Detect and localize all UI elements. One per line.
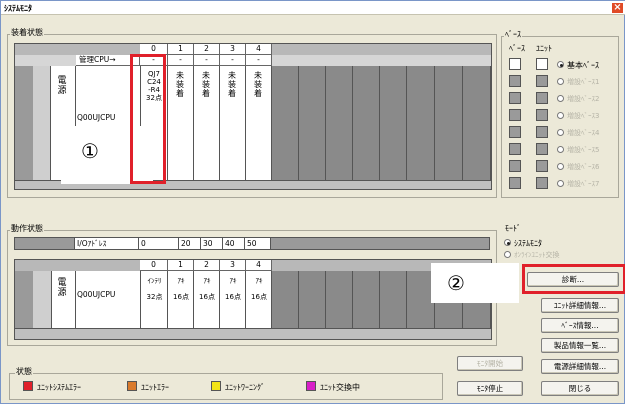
base-radio[interactable] [557,146,564,153]
monitor-start-button[interactable]: ﾓﾆﾀ開始 [457,356,523,371]
annotation-one: ① [81,139,99,163]
install-slot-1[interactable]: 未装着 [168,66,194,180]
slot-header: 2 [194,260,220,271]
slot-header: 4 [246,44,272,55]
highlight-diagnosis-button [522,264,625,294]
io-address-value: 20 [179,237,201,250]
action-slot-4[interactable]: ｱｷ 16点 [246,271,272,328]
mode-option-online-exchange: ｵﾝﾗｲﾝﾕﾆｯﾄ交換 [514,251,560,259]
legend-swatch-unit-warning [211,381,221,391]
base-info-button[interactable]: ﾍﾞｰｽ情報... [541,318,619,333]
base-group-label: ﾍﾞｰｽ [504,29,522,40]
install-status-label: 装着状態 [10,27,44,38]
legend-label-unit-error: ﾕﾆｯﾄｴﾗｰ [141,383,169,392]
base-radio[interactable] [557,163,564,170]
base-radio[interactable] [557,129,564,136]
base-radio[interactable] [557,180,564,187]
action-slot-1[interactable]: ｱｷ 16点 [168,271,194,328]
legend-label-system-error: ﾕﾆｯﾄｼｽﾃﾑｴﾗｰ [37,383,81,392]
install-power-label: 電源 [57,76,67,96]
managing-cpu-value: - [194,55,220,66]
install-slot-3[interactable]: 未装着 [220,66,246,180]
annotation-two: ② [447,271,465,295]
legend-swatch-unit-exchanging [306,381,316,391]
base-option-label: 基本ﾍﾞｰｽ [567,61,599,70]
managing-cpu-value: - [168,55,194,66]
unit-detail-button[interactable]: ﾕﾆｯﾄ詳細情報... [541,298,619,313]
unit-indicator [536,58,548,70]
install-slot-2[interactable]: 未装着 [194,66,220,180]
legend-label-unit-warning: ﾕﾆｯﾄﾜｰﾆﾝｸﾞ [225,383,265,392]
slot-header: 3 [220,260,246,271]
managing-cpu-value: - [220,55,246,66]
action-slot-2[interactable]: ｱｷ 16点 [194,271,220,328]
base-option-label: 増設ﾍﾞｰｽ6 [567,163,600,171]
unit-col-label: ﾕﾆｯﾄ [536,44,552,53]
close-button[interactable]: 閉じる [541,381,619,396]
legend-swatch-unit-error [127,381,137,391]
legend-label-unit-exchanging: ﾕﾆｯﾄ交換中 [320,383,360,392]
action-slot-3[interactable]: ｱｷ 16点 [220,271,246,328]
managing-cpu-value: - [246,55,272,66]
install-slot-4[interactable]: 未装着 [246,66,272,180]
action-slot-0[interactable]: ｲﾝﾃﾘ 32点 [141,271,168,328]
slot-header: 0 [140,260,168,271]
slot-header: 3 [220,44,246,55]
base-option-label: 増設ﾍﾞｰｽ4 [567,129,600,137]
install-cpu-name: Q00UJCPU [77,113,116,122]
monitor-stop-button[interactable]: ﾓﾆﾀ停止 [457,381,523,396]
slot-header: 1 [168,44,194,55]
io-address-value: 0 [139,237,179,250]
base-option-label: 増設ﾍﾞｰｽ3 [567,112,600,120]
slot-header: 2 [194,44,220,55]
system-monitor-window: ｼｽﾃﾑﾓﾆﾀ × 装着状態 0 1 2 3 4 管理CPU→ - - - - … [0,0,625,404]
base-indicator [509,58,521,70]
base-option-label: 増設ﾍﾞｰｽ2 [567,95,600,103]
io-address-value: 50 [245,237,271,250]
slot-header: 4 [246,260,272,271]
slot-header: 1 [168,260,194,271]
window-title: ｼｽﾃﾑﾓﾆﾀ [4,4,32,13]
title-bar: ｼｽﾃﾑﾓﾆﾀ × [1,1,625,15]
base-option-label: 増設ﾍﾞｰｽ1 [567,78,600,86]
base-radio[interactable] [557,61,564,68]
action-status-label: 動作状態 [10,223,44,234]
action-cpu-name: Q00UJCPU [77,290,116,299]
base-radio[interactable] [557,78,564,85]
action-power-label: 電源 [57,278,67,298]
mode-radio-system-monitor[interactable] [504,239,511,246]
io-address-value: 40 [223,237,245,250]
power-detail-button[interactable]: 電源詳細情報... [541,359,619,374]
mode-radio-online-exchange[interactable] [504,251,511,258]
highlight-slot-0 [130,54,166,184]
io-address-value: 30 [201,237,223,250]
mode-option-system-monitor: ｼｽﾃﾑﾓﾆﾀ [514,239,542,248]
base-option-label: 増設ﾍﾞｰｽ7 [567,180,600,188]
product-info-list-button[interactable]: 製品情報一覧... [541,338,619,353]
base-col-label: ﾍﾞｰｽ [509,44,525,53]
base-radio[interactable] [557,112,564,119]
mode-label: ﾓｰﾄﾞ [504,223,522,234]
io-address-label: I/Oｱﾄﾞﾚｽ [75,237,139,250]
action-grid: 0 1 2 3 4 電源 Q00UJCPU ｲﾝﾃﾘ 32点 ｱｷ 16点 ｱｷ… [14,259,492,340]
io-address-row: I/Oｱﾄﾞﾚｽ 0 20 30 40 50 [14,237,492,251]
close-icon[interactable]: × [611,2,624,14]
base-option-label: 増設ﾍﾞｰｽ5 [567,146,600,154]
base-radio[interactable] [557,95,564,102]
legend-swatch-system-error [23,381,33,391]
status-legend-label: 状態 [15,366,33,377]
